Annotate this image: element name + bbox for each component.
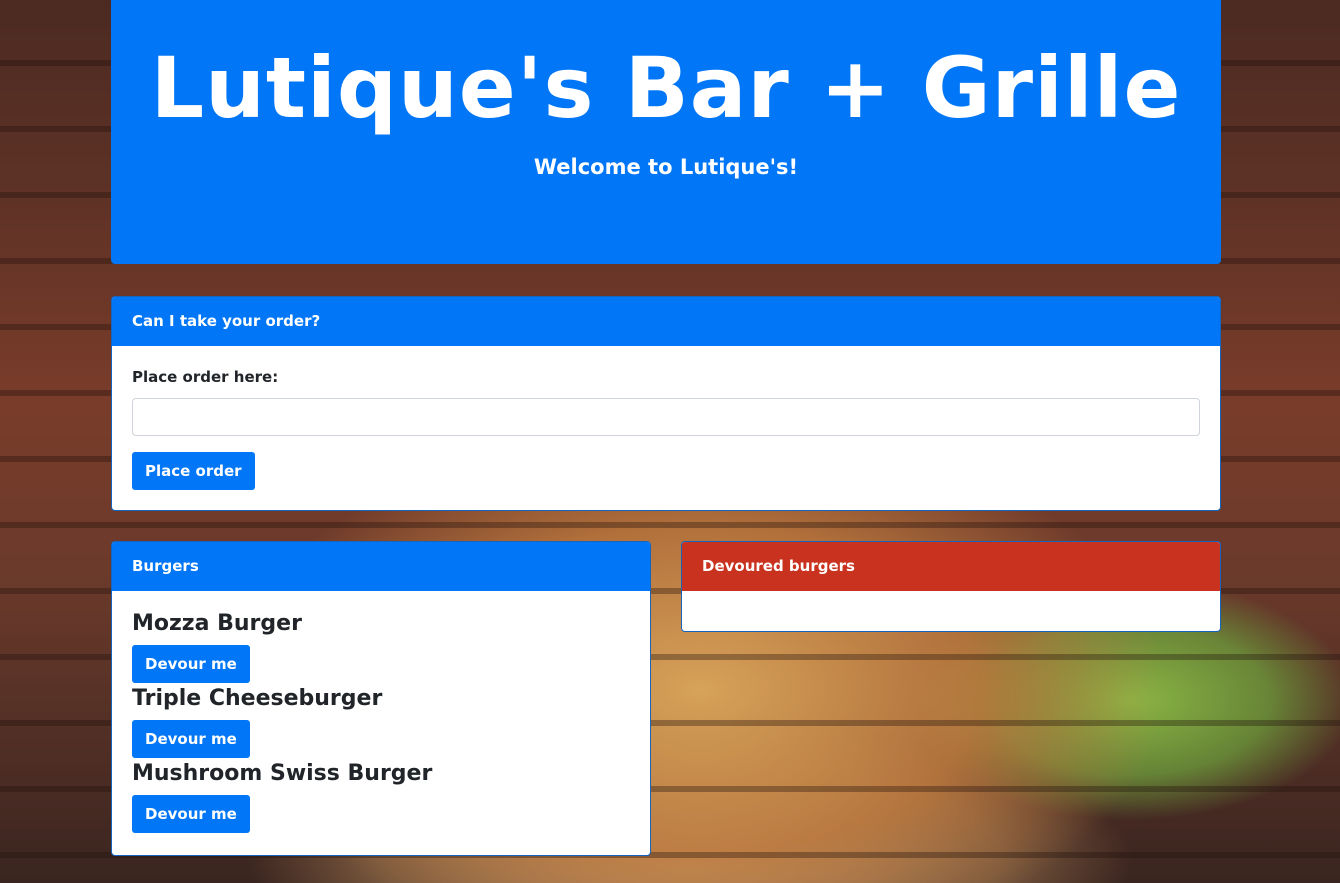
- place-order-button[interactable]: Place order: [132, 452, 255, 490]
- burger-item: Mushroom Swiss Burger Devour me: [132, 759, 432, 833]
- order-field-label: Place order here:: [132, 368, 279, 386]
- jumbotron-header: Lutique's Bar + Grille Welcome to Lutiqu…: [111, 0, 1221, 264]
- devour-button[interactable]: Devour me: [132, 720, 250, 758]
- burger-name: Triple Cheeseburger: [132, 686, 383, 711]
- burger-name: Mushroom Swiss Burger: [132, 761, 433, 786]
- order-card: Can I take your order? Place order here:…: [111, 296, 1221, 511]
- burger-item: Mozza Burger Devour me: [132, 609, 302, 683]
- burgers-card: Burgers Mozza Burger Devour me Triple Ch…: [111, 541, 651, 856]
- order-input[interactable]: [132, 398, 1200, 436]
- burger-item: Triple Cheeseburger Devour me: [132, 684, 382, 758]
- devoured-card: Devoured burgers: [681, 541, 1221, 632]
- page-title: Lutique's Bar + Grille: [150, 39, 1182, 137]
- burger-name: Mozza Burger: [132, 611, 302, 636]
- devour-button[interactable]: Devour me: [132, 795, 250, 833]
- page-subtitle: Welcome to Lutique's!: [533, 155, 799, 179]
- devoured-card-header: Devoured burgers: [682, 542, 1220, 591]
- burgers-card-header: Burgers: [112, 542, 650, 591]
- order-card-header: Can I take your order?: [112, 297, 1220, 346]
- devour-button[interactable]: Devour me: [132, 645, 250, 683]
